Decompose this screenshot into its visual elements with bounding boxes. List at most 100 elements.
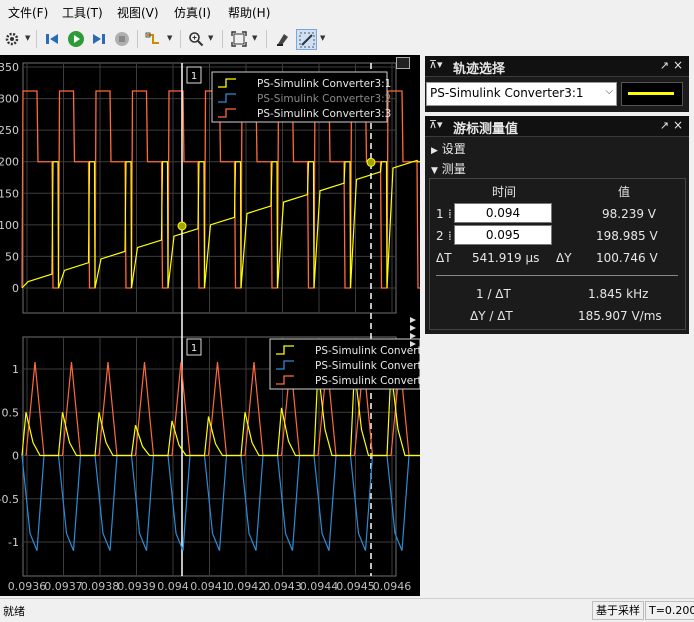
cursor-2-value: 198.985 V [596,229,658,243]
xtick-label: 0.0943 [263,580,302,593]
cursor-measurements-panel: ⊼▾ 游标测量值 ↗ × ▶ 设置 ▼ 测量 时间 值 1 ⁞ 0.094 98… [425,116,689,334]
bottom-ytick-label: 0.5 [2,406,20,419]
bottom-legend-entry: PS-Simulink Converte [315,375,420,387]
col-value-header: 值 [618,185,631,199]
toolbar: ▼ ▼ ▼ ▼ ▼ [0,26,694,52]
measure-section[interactable]: ▼ 测量 [431,160,466,177]
bottom-plot-number: 1 [191,343,197,354]
cursor-2-marker: ⁞ [448,229,452,243]
top-ytick-label: 150 [0,187,19,200]
close-icon[interactable]: × [673,118,683,132]
cursor-1-marker: ⁞ [448,207,452,221]
chevron-down-icon[interactable]: ▼ [320,34,325,42]
pin-icon[interactable]: ⊼▾ [429,58,443,71]
bottom-legend-entry: PS-Simulink Converte [315,360,420,372]
close-icon[interactable]: × [673,58,683,72]
top-plot-number: 1 [191,71,197,82]
top-legend-entry: PS-Simulink Converter3:1 [257,78,391,90]
step-forward-icon[interactable] [89,29,109,49]
fit-icon[interactable] [229,29,249,49]
scope-plots[interactable]: 35030025020015010050010.50-0.5-10.09360.… [0,55,428,596]
delta-y-label: ΔY [556,251,572,265]
cursor-2-time-input[interactable]: 0.095 [454,225,552,245]
xtick-label: 0.0944 [300,580,339,593]
trace-panel-title: 轨迹选择 [453,62,506,77]
xtick-label: 0.0942 [227,580,266,593]
delta-t-label: ΔT [436,251,452,265]
col-time-header: 时间 [492,185,517,199]
menu-bar: 文件(F) 工具(T) 视图(V) 仿真(I) 帮助(H) [0,0,694,24]
panel-arrow-icon [410,325,416,331]
cursor-1-label: 1 [436,207,444,221]
trace-select[interactable]: PS-Simulink Converter3:1 ⌵ [426,82,617,106]
expand-icon[interactable]: ↗ [660,59,669,72]
highlight-icon[interactable] [273,29,293,49]
divider [436,275,678,276]
inverse-delta-t-value: 1.845 kHz [588,287,649,301]
trace-select-value: PS-Simulink Converter3:1 [430,86,584,100]
undock-icon[interactable] [396,57,410,69]
settings-section[interactable]: ▶ 设置 [431,140,466,157]
sample-mode-badge: 基于采样 [592,601,644,620]
top-ytick-label: 200 [0,156,19,169]
chevron-down-icon[interactable]: ▼ [208,34,213,42]
xtick-label: 0.0939 [117,580,156,593]
xtick-label: 0.0937 [44,580,83,593]
cursor-panel-header: ⊼▾ 游标测量值 ↗ × [425,116,689,137]
top-ytick-label: 250 [0,124,19,137]
run-icon[interactable] [66,29,86,49]
panel-arrow-icon [410,333,416,339]
gear-icon[interactable] [2,29,22,49]
xtick-label: 0.0936 [8,580,47,593]
inverse-delta-t-label: 1 / ΔT [476,287,511,301]
measurements-table: 时间 值 1 ⁞ 0.094 98.239 V 2 ⁞ 0.095 198.98… [429,178,686,330]
menu-file[interactable]: 文件(F) [8,4,48,21]
measure-label: 测量 [441,162,466,176]
xtick-label: 0.0945 [336,580,375,593]
chevron-down-icon: ⌵ [605,86,613,97]
xtick-label: 0.0941 [190,580,229,593]
stop-icon[interactable] [112,29,132,49]
cursor-1-value: 98.239 V [602,207,657,221]
plot-area[interactable]: 35030025020015010050010.50-0.5-10.09360.… [0,55,428,596]
step-back-icon[interactable] [42,29,62,49]
expand-icon[interactable]: ↗ [660,119,669,132]
chevron-down-icon: ▼ [431,166,438,176]
chevron-down-icon[interactable]: ▼ [25,34,30,42]
xtick-label: 0.0938 [81,580,120,593]
settings-label: 设置 [441,142,466,156]
bottom-legend-entry: PS-Simulink Converte [315,345,420,357]
cursor-2-label: 2 [436,229,444,243]
cursor-2-marker-dot [366,157,376,167]
trace-panel-header: ⊼▾ 轨迹选择 ↗ × [425,56,689,77]
bottom-ytick-label: -1 [8,536,19,549]
bottom-ytick-label: 0 [12,450,19,463]
menu-help[interactable]: 帮助(H) [228,4,270,21]
cursor-1-time-input[interactable]: 0.094 [454,203,552,223]
chevron-down-icon[interactable]: ▼ [167,34,172,42]
zoom-icon[interactable] [186,29,206,49]
cursor-1-marker-dot [177,221,187,231]
status-bar: 就绪 基于采样 T=0.200 [0,598,694,622]
cursor-panel-title: 游标测量值 [453,122,519,137]
menu-tools[interactable]: 工具(T) [62,4,103,21]
pin-icon[interactable]: ⊼▾ [429,118,443,131]
menu-simulation[interactable]: 仿真(I) [174,4,211,21]
trace-line-swatch[interactable] [621,82,683,106]
top-ytick-label: 100 [0,219,19,232]
delta-t-value: 541.919 µs [472,251,540,265]
xtick-label: 0.0946 [373,580,412,593]
menu-view[interactable]: 视图(V) [117,4,159,21]
slope-value: 185.907 V/ms [578,309,662,323]
top-legend-entry: PS-Simulink Converter3:3 [257,108,391,120]
chevron-down-icon[interactable]: ▼ [252,34,257,42]
xtick-label: 0.094 [157,580,189,593]
slope-label: ΔY / ΔT [470,309,513,323]
bottom-ytick-label: 1 [12,363,19,376]
bottom-ytick-label: -0.5 [0,493,19,506]
panel-arrow-icon [410,317,416,323]
top-ytick-label: 300 [0,93,19,106]
top-ytick-label: 50 [5,250,19,263]
signal-select-icon[interactable] [144,29,164,49]
cursor-measure-icon[interactable] [296,29,317,50]
